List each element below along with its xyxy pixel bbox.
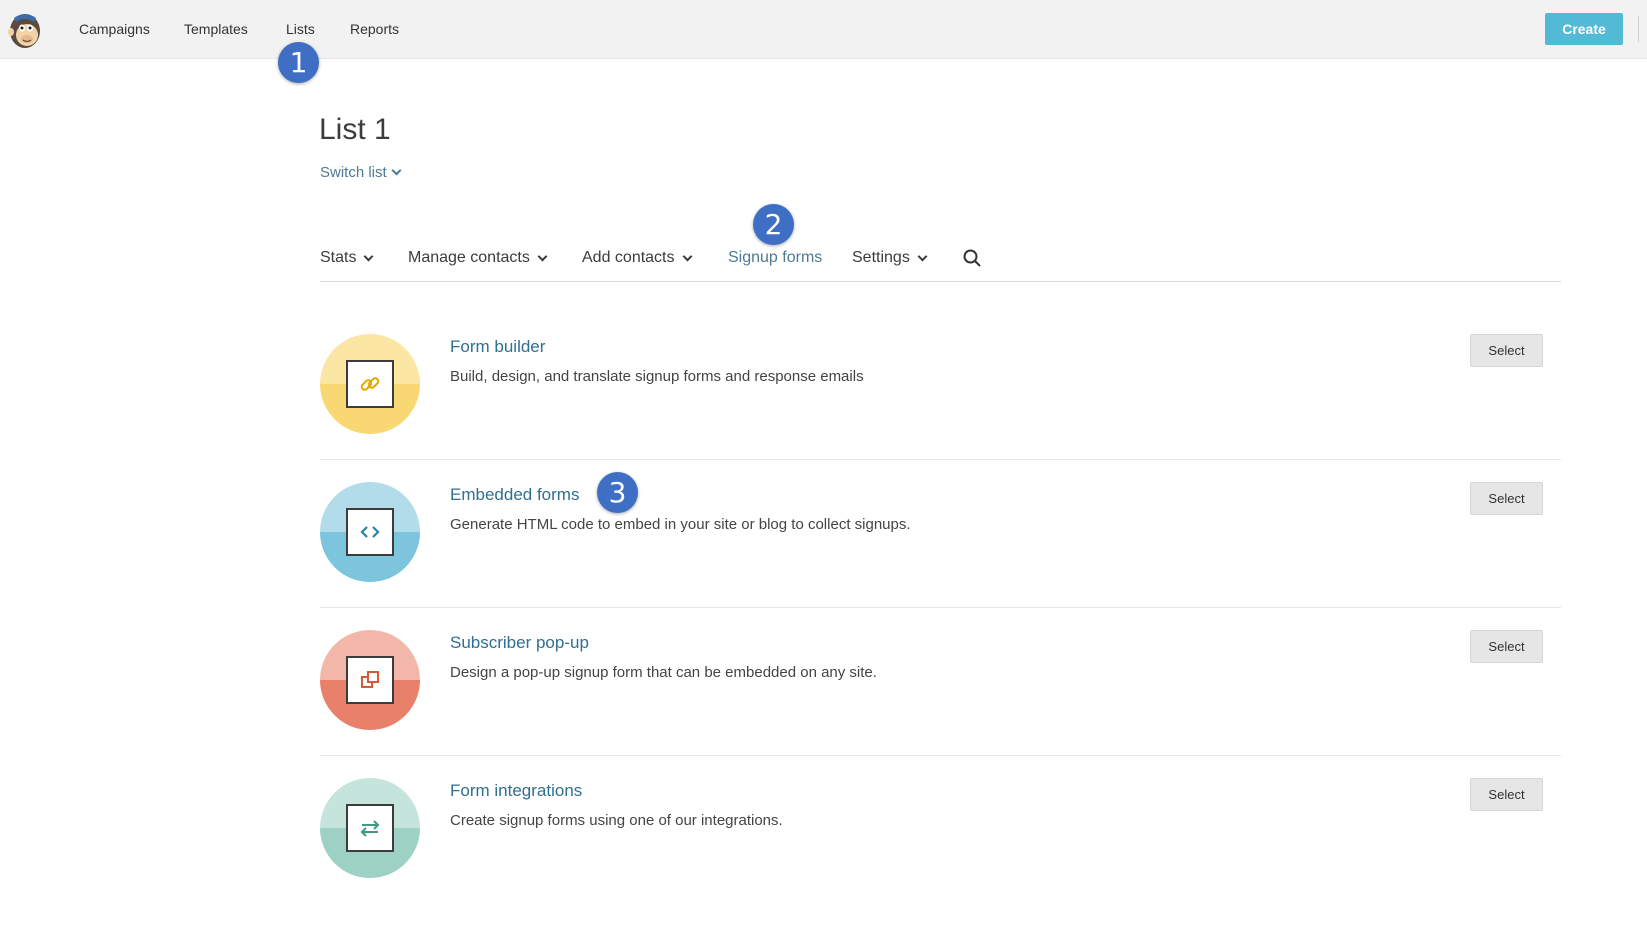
switch-list-dropdown[interactable]: Switch list [320,164,402,181]
chevron-down-icon [364,251,374,261]
option-description: Generate HTML code to embed in your site… [450,516,911,533]
tab-manage-contacts-label: Manage contacts [408,249,530,266]
option-description: Create signup forms using one of our int… [450,812,783,829]
link-icon [346,360,394,408]
chevron-down-icon [537,251,548,261]
divider [1638,16,1639,42]
code-icon [346,508,394,556]
nav-campaigns[interactable]: Campaigns [79,21,150,37]
form-builder-icon-circle [320,334,420,434]
top-navigation-bar: Campaigns Templates Lists Reports Create [0,0,1647,59]
option-title[interactable]: Subscriber pop-up [450,633,589,653]
chevron-down-icon [682,251,692,261]
option-title[interactable]: Form integrations [450,781,582,801]
option-description: Design a pop-up signup form that can be … [450,664,877,681]
create-button[interactable]: Create [1545,13,1623,45]
option-title[interactable]: Embedded forms [450,485,579,505]
embedded-forms-icon-circle [320,482,420,582]
list-sub-navigation: Stats Manage contacts Add contacts Signu… [320,246,1561,282]
tab-add-contacts-label: Add contacts [582,249,675,266]
option-subscriber-popup: Subscriber pop-up Design a pop-up signup… [320,608,1561,756]
popup-icon [346,656,394,704]
nav-reports[interactable]: Reports [350,21,399,37]
subscriber-popup-icon-circle [320,630,420,730]
select-button[interactable]: Select [1470,482,1543,515]
select-button[interactable]: Select [1470,778,1543,811]
tab-manage-contacts[interactable]: Manage contacts [408,249,548,267]
tab-add-contacts[interactable]: Add contacts [582,249,692,267]
option-form-integrations: Form integrations Create signup forms us… [320,756,1561,904]
tab-settings-label: Settings [852,249,910,266]
tab-settings[interactable]: Settings [852,249,928,267]
tab-stats-label: Stats [320,249,357,266]
callout-badge-2: 2 [753,204,794,245]
search-icon[interactable] [963,249,981,267]
swap-arrows-icon [346,804,394,852]
tab-signup-forms[interactable]: Signup forms [728,249,822,267]
chevron-down-icon [917,251,928,261]
callout-badge-1: 1 [278,42,319,83]
select-button[interactable]: Select [1470,630,1543,663]
option-description: Build, design, and translate signup form… [450,368,864,385]
option-title[interactable]: Form builder [450,337,545,357]
tab-signup-forms-label: Signup forms [728,249,823,266]
nav-templates[interactable]: Templates [184,21,248,37]
option-embedded-forms: Embedded forms Generate HTML code to emb… [320,460,1561,608]
tab-stats[interactable]: Stats [320,249,374,267]
form-integrations-icon-circle [320,778,420,878]
switch-list-label: Switch list [320,164,387,181]
chevron-down-icon [391,165,402,176]
select-button[interactable]: Select [1470,334,1543,367]
page-title: List 1 [319,113,391,146]
option-form-builder: Form builder Build, design, and translat… [320,312,1561,460]
nav-lists[interactable]: Lists [286,21,315,37]
mailchimp-logo-icon[interactable] [6,10,44,50]
